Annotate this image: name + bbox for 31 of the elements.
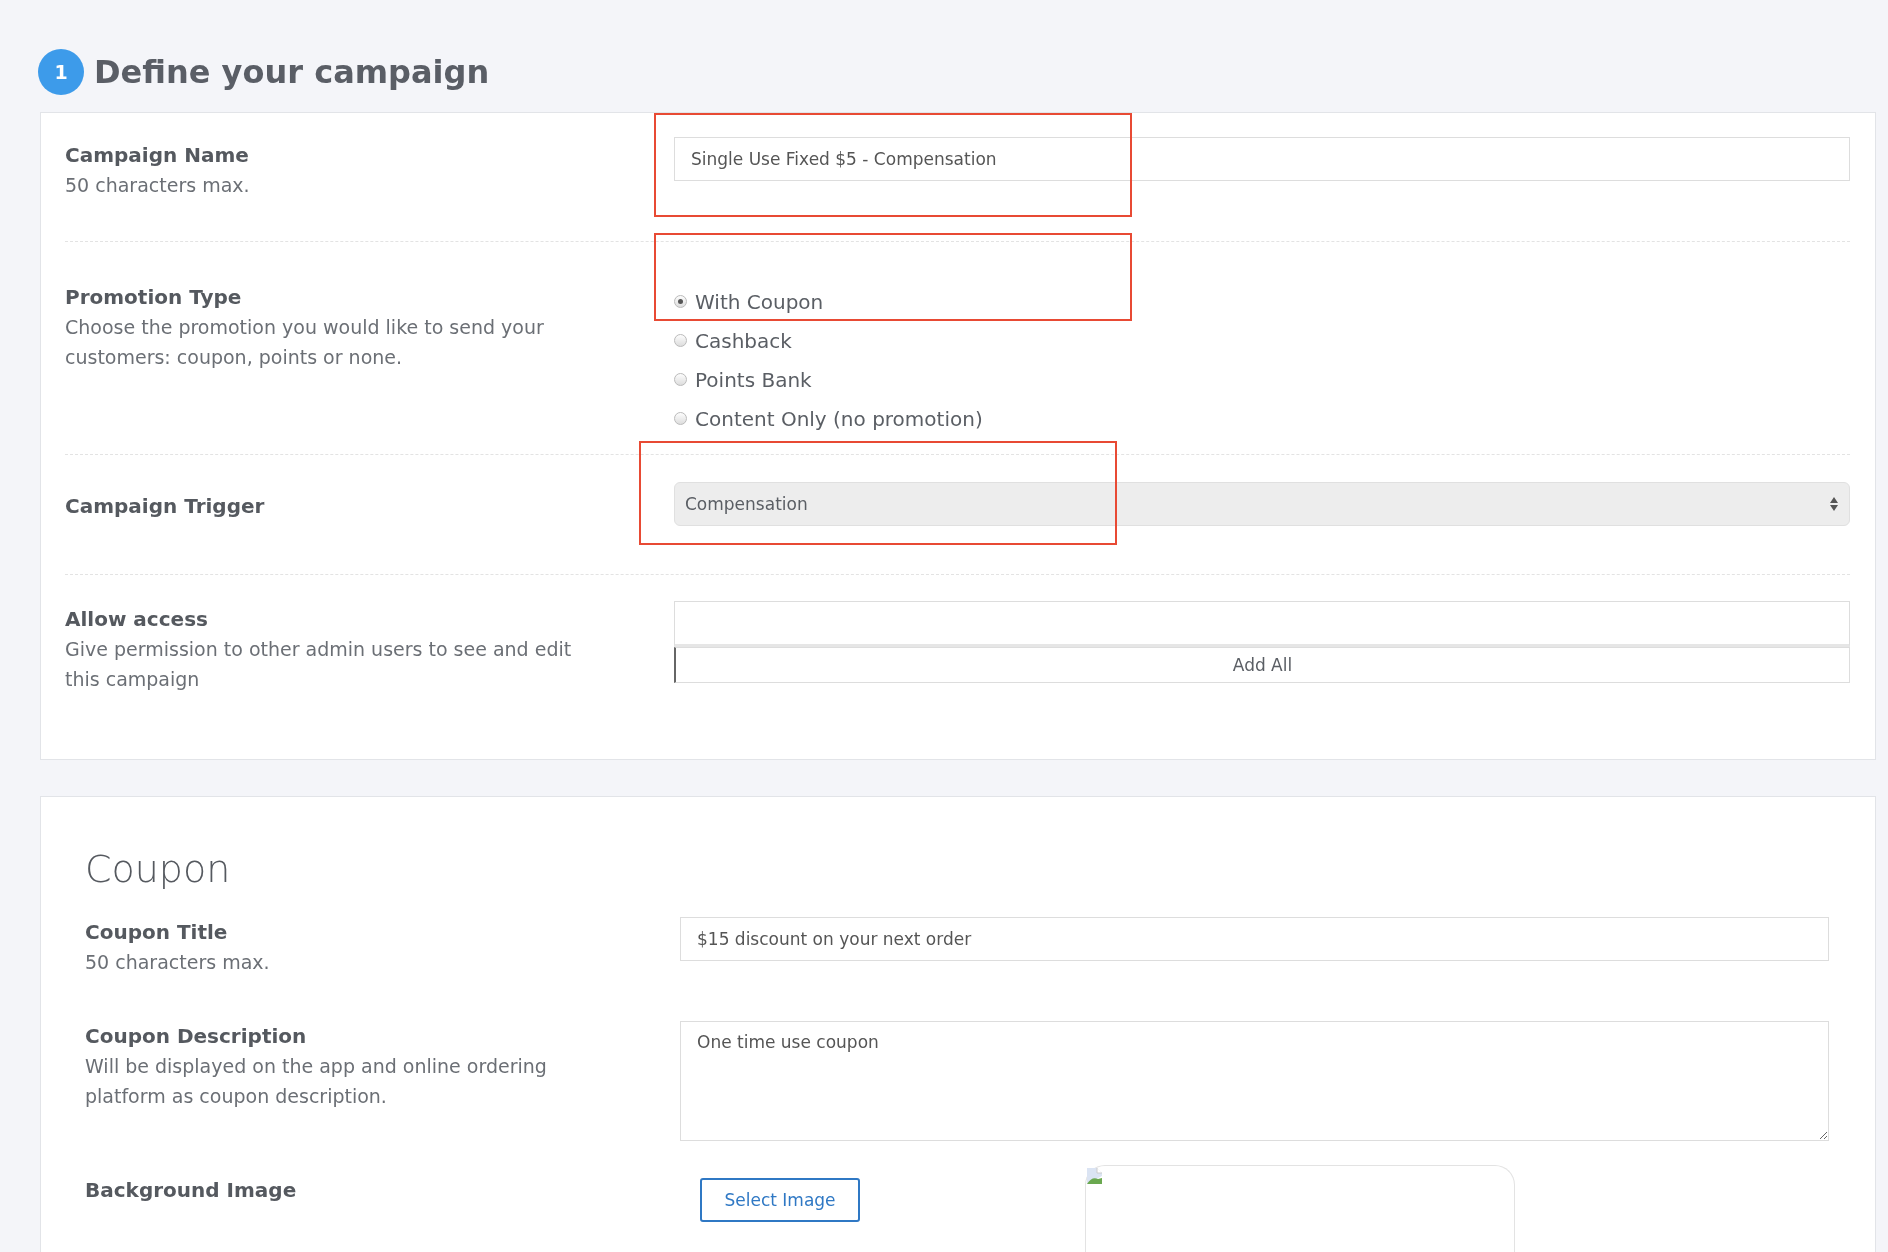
radio-label[interactable]: Content Only (no promotion): [695, 406, 983, 431]
radio-button[interactable]: [674, 412, 687, 425]
field-label: Coupon Description: [85, 1023, 308, 1050]
radio-label[interactable]: Cashback: [695, 328, 792, 353]
section-title: Define your campaign: [94, 53, 490, 91]
step-badge: 1: [38, 49, 84, 95]
field-label: Allow access: [65, 606, 209, 633]
field-label: Campaign Trigger: [65, 493, 266, 520]
trigger-dropdown[interactable]: Compensation: [674, 482, 1850, 526]
field-hint: Choose the promotion you would like to send your customers: coupon, points or none.: [65, 315, 545, 370]
radio-button[interactable]: [674, 334, 687, 347]
field-label: Background Image: [85, 1177, 298, 1204]
radio-button[interactable]: [674, 295, 687, 308]
campaign-name-field[interactable]: Single Use Fixed $5 - Compensation: [674, 137, 1850, 181]
field-label: Coupon Title: [85, 919, 229, 946]
section-heading: Coupon: [85, 847, 232, 893]
coupon-description-field[interactable]: One time use coupon: [680, 1021, 1829, 1141]
coupon-title-field[interactable]: $15 discount on your next order: [680, 917, 1829, 961]
radio-label[interactable]: With Coupon: [695, 289, 824, 314]
field-hint: 50 characters max.: [65, 173, 251, 198]
field-label: Campaign Name: [65, 142, 250, 169]
dropdown-arrows-icon: [1829, 496, 1839, 512]
radio-button[interactable]: [674, 373, 687, 386]
field-hint: Will be displayed on the app and online ordering platform as coupon description.: [85, 1054, 548, 1109]
field-label: Promotion Type: [65, 284, 243, 311]
radio-label[interactable]: Points Bank: [695, 367, 812, 392]
broken-image-icon: [1086, 1167, 1104, 1185]
add-all-button[interactable]: Add All: [674, 647, 1850, 683]
select-image-button[interactable]: Select Image: [700, 1178, 860, 1222]
field-hint: 50 characters max.: [85, 950, 271, 975]
field-hint: Give permission to other admin users to see and edit this campaign: [65, 637, 573, 692]
